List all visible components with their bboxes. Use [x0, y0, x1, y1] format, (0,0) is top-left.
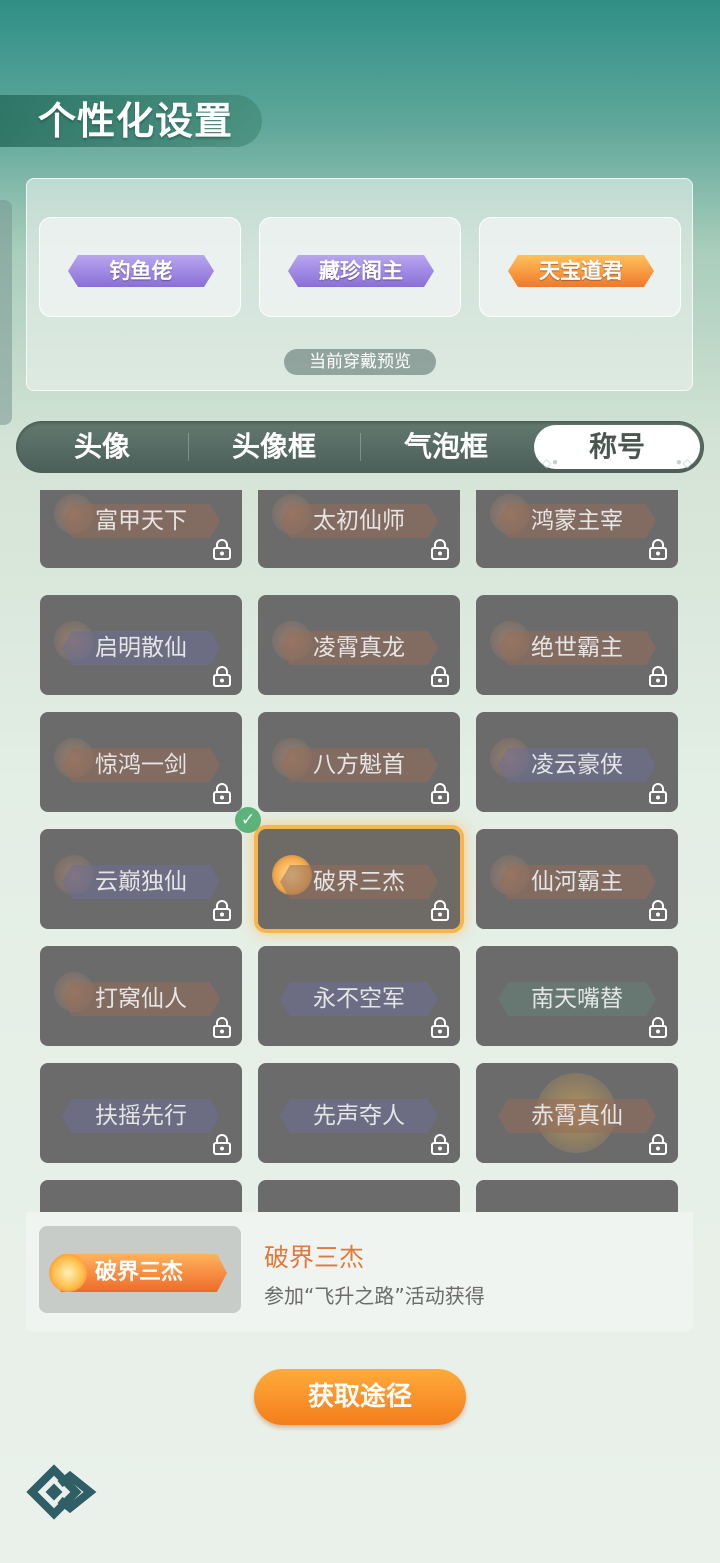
tab-avatar-frame[interactable]: 头像框	[188, 421, 360, 473]
tab-bubble-frame[interactable]: 气泡框	[360, 421, 532, 473]
lock-icon	[213, 666, 231, 687]
title-tile[interactable]	[476, 1180, 678, 1212]
title-name: 先声夺人	[313, 1103, 405, 1129]
preview-card-2: 藏珍阁主	[259, 217, 461, 317]
title-name: 启明散仙	[95, 635, 187, 661]
tab-title[interactable]: ◇• 称号 •◇	[534, 425, 700, 470]
title-tile[interactable]: 八方魁首	[258, 712, 460, 812]
title-tile[interactable]: 鸿蒙主宰	[476, 490, 678, 568]
title-tile[interactable]: 仙河霸主	[476, 829, 678, 929]
lock-icon	[649, 539, 667, 560]
title-name: 太初仙师	[313, 508, 405, 534]
lock-icon	[213, 1134, 231, 1155]
lock-icon	[431, 900, 449, 921]
lock-icon	[431, 1134, 449, 1155]
detail-title: 破界三杰	[264, 1243, 365, 1272]
title-name: 凌霄真龙	[313, 635, 405, 661]
title-tile[interactable]: 凌霄真龙	[258, 595, 460, 695]
equipped-check-icon: ✓	[235, 807, 261, 833]
title-tile[interactable]: 先声夺人	[258, 1063, 460, 1163]
preview-title-badge: 钓鱼佬	[68, 255, 214, 287]
tab-title-label: 称号	[588, 430, 645, 463]
tab-bar: 头像 头像框 气泡框 ◇• 称号 •◇	[16, 421, 704, 473]
title-name: 南天嘴替	[531, 986, 623, 1012]
preview-card-1: 钓鱼佬	[39, 217, 241, 317]
title-name: 富甲天下	[95, 508, 187, 534]
obtain-method-button[interactable]: 获取途径	[254, 1369, 466, 1425]
title-tile[interactable]: 凌云豪侠	[476, 712, 678, 812]
side-drawer-handle[interactable]	[0, 200, 12, 425]
lock-icon	[431, 539, 449, 560]
title-tile[interactable]: 富甲天下	[40, 490, 242, 568]
lock-icon	[431, 666, 449, 687]
title-name: 赤霄真仙	[531, 1103, 623, 1129]
title-tile[interactable]: 扶摇先行	[40, 1063, 242, 1163]
title-tile[interactable]	[40, 1180, 242, 1212]
title-name: 凌云豪侠	[531, 752, 623, 778]
lock-icon	[431, 1017, 449, 1038]
detail-thumbnail: 破界三杰	[39, 1226, 241, 1313]
lock-icon	[213, 783, 231, 804]
title-tile[interactable]	[258, 1180, 460, 1212]
title-name: 绝世霸主	[531, 635, 623, 661]
lock-icon	[649, 900, 667, 921]
tab-avatar[interactable]: 头像	[16, 421, 188, 473]
lock-icon	[213, 1017, 231, 1038]
lock-icon	[649, 666, 667, 687]
lock-icon	[649, 1017, 667, 1038]
title-name: 永不空军	[313, 986, 405, 1012]
title-name: 鸿蒙主宰	[531, 508, 623, 534]
sun-icon	[49, 1254, 87, 1292]
title-name: 仙河霸主	[531, 869, 623, 895]
title-tile[interactable]: 南天嘴替	[476, 946, 678, 1046]
title-name: 扶摇先行	[95, 1103, 187, 1129]
title-tile[interactable]: 启明散仙	[40, 595, 242, 695]
lock-icon	[649, 783, 667, 804]
title-name: 八方魁首	[313, 752, 405, 778]
title-tile[interactable]: 云巅独仙	[40, 829, 242, 929]
title-name: 打窝仙人	[95, 986, 187, 1012]
preview-caption: 当前穿戴预览	[284, 349, 436, 375]
title-tile[interactable]: 太初仙师	[258, 490, 460, 568]
preview-title-badge: 藏珍阁主	[288, 255, 434, 287]
app-logo-icon	[26, 1464, 97, 1520]
title-tile[interactable]: 永不空军	[258, 946, 460, 1046]
detail-description: 参加“飞升之路”活动获得	[264, 1284, 485, 1308]
preview-title-badge: 天宝道君	[508, 255, 654, 287]
lock-icon	[649, 1134, 667, 1155]
title-tile[interactable]: 打窝仙人	[40, 946, 242, 1046]
title-tile-selected[interactable]: 破界三杰	[258, 829, 460, 929]
title-name: 云巅独仙	[95, 869, 187, 895]
title-tile[interactable]: 惊鸿一剑	[40, 712, 242, 812]
lock-icon	[431, 783, 449, 804]
lock-icon	[213, 539, 231, 560]
preview-card-3: 天宝道君	[479, 217, 681, 317]
title-name: 破界三杰	[313, 869, 405, 895]
title-name: 惊鸿一剑	[95, 752, 187, 778]
title-tile[interactable]: 绝世霸主	[476, 595, 678, 695]
lock-icon	[213, 900, 231, 921]
diamond-deco-icon: ◇•	[542, 456, 559, 470]
title-tile[interactable]: 赤霄真仙	[476, 1063, 678, 1163]
diamond-deco-icon: •◇	[675, 456, 692, 470]
title-grid[interactable]: 富甲天下 太初仙师 鸿蒙主宰 启明散仙 凌霄真龙 绝世霸主 惊鸿一剑 八方魁首 …	[26, 490, 693, 1212]
page-title: 个性化设置	[38, 99, 234, 143]
